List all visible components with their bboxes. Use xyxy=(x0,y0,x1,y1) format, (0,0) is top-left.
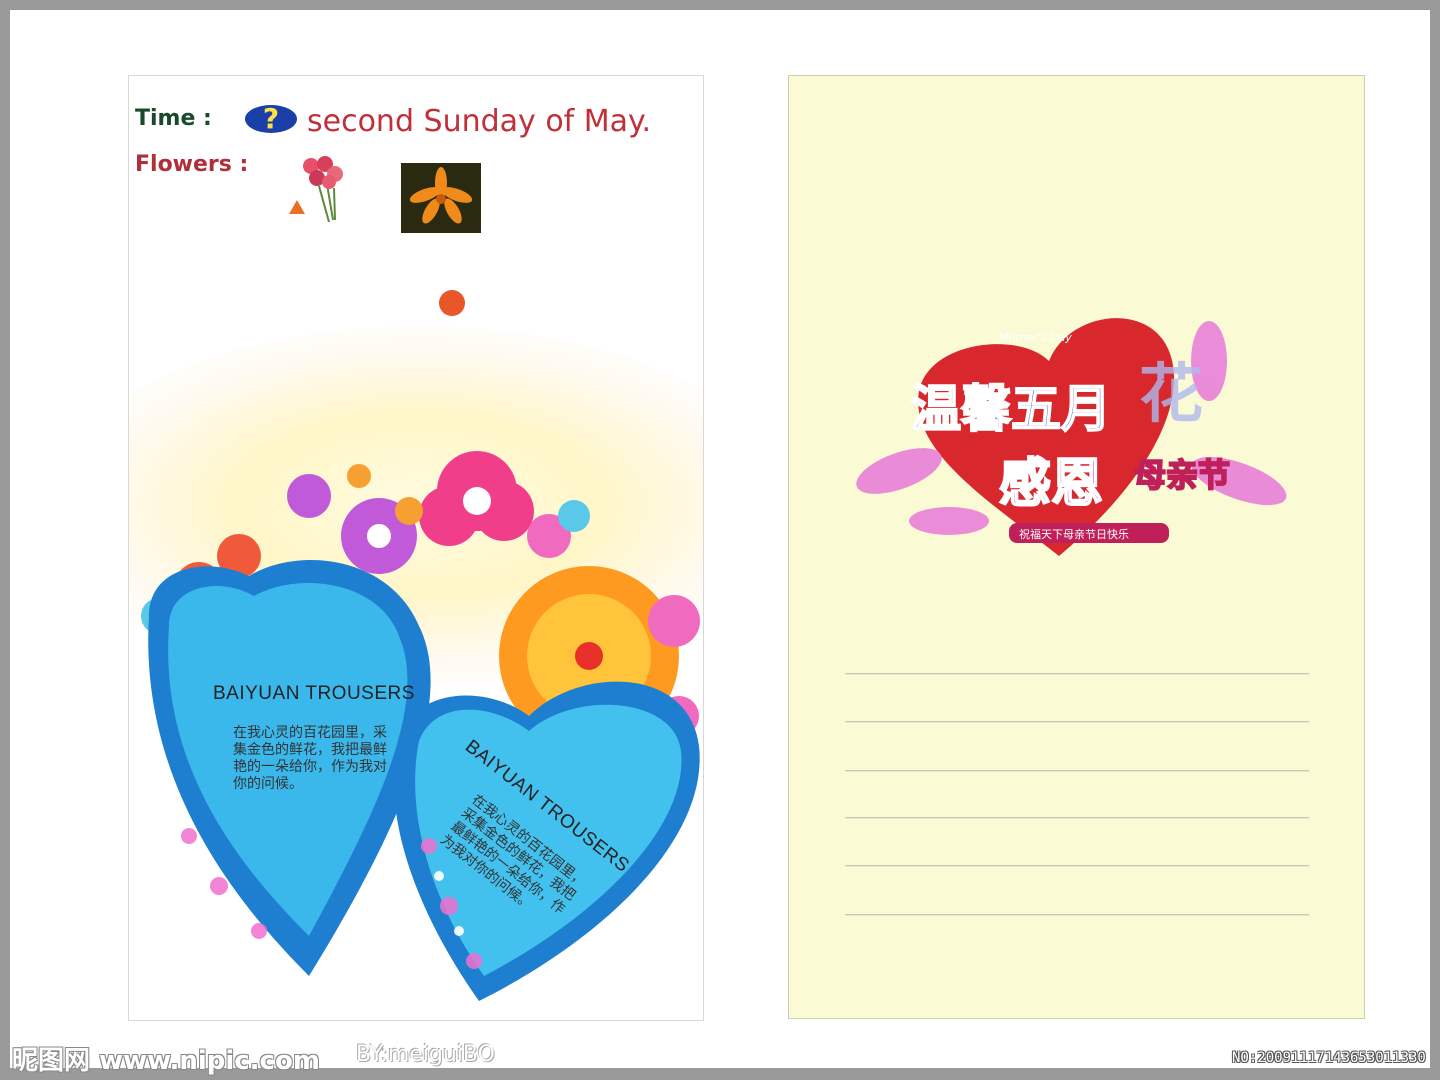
banner-line-2: 感恩 xyxy=(999,454,1103,514)
flowers-label: Flowers : xyxy=(135,152,249,177)
banner-flower-char: 花 xyxy=(1139,358,1203,432)
ruled-line xyxy=(845,817,1309,819)
banner-line-3: 母亲节 xyxy=(1134,456,1230,494)
brand-logo-mark xyxy=(439,290,465,316)
ruled-line xyxy=(845,721,1309,723)
time-value: second Sunday of May. xyxy=(307,104,652,139)
left-card: Time : ? second Sunday of May. Flowers : xyxy=(128,75,704,1021)
watermark-site: 昵图网 www.nipic.com xyxy=(12,1046,320,1076)
heart-1-title: BAIYUAN TROUSERS xyxy=(213,683,415,704)
watermark-author: BY:meiguiBO xyxy=(356,1042,495,1067)
time-label: Time : xyxy=(135,106,212,131)
carnation-flower-icon xyxy=(289,156,343,223)
slide-frame: Time : ? second Sunday of May. Flowers : xyxy=(10,10,1430,1068)
flower-hearts-illustration xyxy=(141,451,700,1001)
mothers-day-banner: Mother's Day 温馨五月 花 感恩 母亲节 祝福天下母亲节日快乐 xyxy=(856,318,1287,556)
brand-logo xyxy=(359,288,469,322)
lily-flower-photo xyxy=(401,163,481,233)
ruled-line xyxy=(845,865,1309,867)
ruled-line xyxy=(845,914,1309,916)
ruled-line xyxy=(845,770,1309,772)
banner-ribbon: 祝福天下母亲节日快乐 xyxy=(1019,527,1129,541)
question-mark-icon: ? xyxy=(245,102,297,135)
heart-1-verse: 在我心灵的百花园里，采集金色的鲜花，我把最鲜艳的一朵给你，作为我对你的问候。 xyxy=(233,724,387,791)
right-card: Mother's Day 温馨五月 花 感恩 母亲节 祝福天下母亲节日快乐 xyxy=(788,75,1365,1019)
svg-text:?: ? xyxy=(263,102,279,135)
banner-line-1: 温馨五月 xyxy=(911,380,1111,438)
watermark-number: NO:20091117143653011330 xyxy=(1232,1050,1426,1066)
ruled-line xyxy=(845,673,1309,675)
banner-small-label: Mother's Day xyxy=(999,331,1072,344)
